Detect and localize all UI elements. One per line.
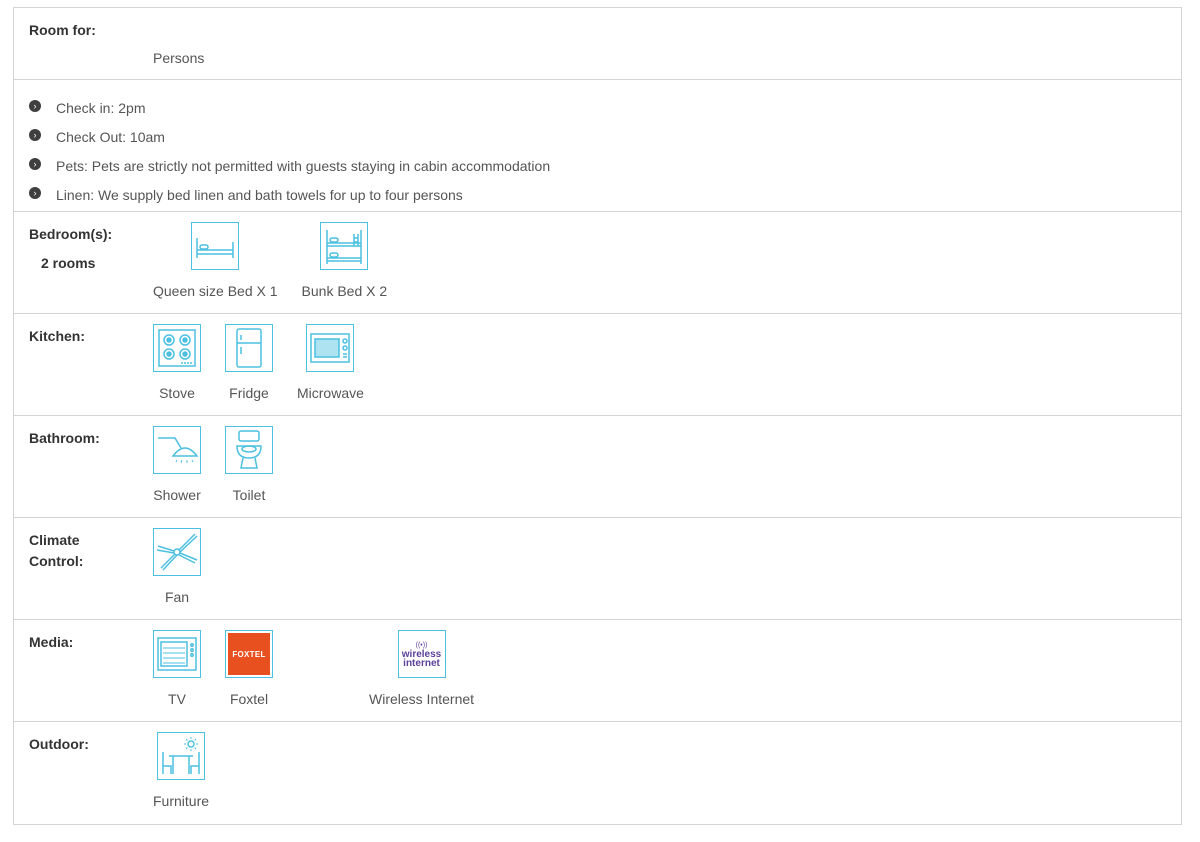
kitchen-row: Kitchen: Stove Fridge Microwave	[14, 314, 1181, 416]
bunk-bed-icon	[320, 222, 369, 270]
outdoor-items: Furniture	[153, 732, 233, 809]
kitchen-label: Kitchen:	[29, 328, 85, 344]
chevron-right-icon: ›	[29, 187, 41, 199]
bedroom-count: 2 rooms	[41, 255, 96, 271]
climate-items: Fan	[153, 528, 225, 605]
list-item: › Check Out: 10am	[29, 122, 1181, 151]
amenity-label: TV	[168, 691, 186, 707]
tv-icon	[153, 630, 201, 678]
rules-row: › Check in: 2pm › Check Out: 10am › Pets: P…	[14, 80, 1181, 212]
climate-label-line1: Climate	[29, 532, 80, 548]
amenity-item: Toilet	[225, 426, 273, 503]
amenity-label: Foxtel	[229, 691, 269, 707]
fridge-icon	[225, 324, 273, 372]
microwave-icon	[306, 324, 355, 372]
bed-icon	[191, 222, 240, 270]
wireless-internet-logo: ((•)) wireless internet	[397, 630, 446, 678]
stove-icon	[153, 324, 201, 372]
outdoor-furniture-icon	[157, 732, 206, 780]
climate-label-line2: Control:	[29, 553, 84, 569]
amenity-item: TV	[153, 630, 201, 707]
toilet-icon	[225, 426, 273, 474]
amenity-item: Bunk Bed X 2	[301, 222, 388, 299]
amenity-item: Queen size Bed X 1	[153, 222, 278, 299]
bedroom-items: Queen size Bed X 1 Bunk Bed X 2	[153, 222, 411, 299]
room-for-row: Room for: Persons	[14, 8, 1181, 80]
list-item: › Linen: We supply bed linen and bath tow…	[29, 180, 1181, 209]
amenity-label: Shower	[153, 487, 201, 503]
wireless-logo-line2: internet	[403, 657, 440, 669]
fan-icon	[153, 528, 201, 576]
amenity-label: Bunk Bed X 2	[301, 283, 388, 299]
amenity-label: Furniture	[153, 793, 210, 809]
amenity-item: Fan	[153, 528, 201, 605]
rules-list: › Check in: 2pm › Check Out: 10am › Pets: P…	[14, 80, 1181, 209]
kitchen-items: Stove Fridge Microwave	[153, 324, 388, 401]
amenity-item: Microwave	[297, 324, 364, 401]
amenity-label: Fan	[164, 589, 190, 605]
media-items: TV FOXTEL Foxtel ((•)) wireless internet…	[153, 630, 498, 707]
amenity-item: ((•)) wireless internet Wireless Interne…	[369, 630, 474, 707]
list-item: › Pets: Pets are strictly not permitted w…	[29, 151, 1181, 180]
amenity-item: FOXTEL Foxtel	[225, 630, 273, 707]
media-row: Media: TV FOXTEL Foxtel ((•)) wireless i…	[14, 620, 1181, 722]
shower-icon	[153, 426, 201, 474]
amenity-item: Stove	[153, 324, 201, 401]
rule-text: Linen: We supply bed linen and bath towe…	[56, 186, 463, 203]
chevron-right-icon: ›	[29, 158, 41, 170]
amenity-item: Shower	[153, 426, 201, 503]
amenity-label: Toilet	[232, 487, 266, 503]
outdoor-row: Outdoor: Furniture	[14, 722, 1181, 824]
bathroom-row: Bathroom: Shower Toilet	[14, 416, 1181, 518]
amenity-label: Queen size Bed X 1	[153, 283, 278, 299]
amenity-label: Fridge	[229, 385, 269, 401]
climate-row: Climate Control: Fan	[14, 518, 1181, 620]
blank-icon-slot	[297, 630, 369, 680]
climate-label: Climate Control:	[29, 530, 83, 572]
amenities-table: Room for: Persons › Check in: 2pm › Check …	[13, 7, 1182, 825]
amenity-item: Fridge	[225, 324, 273, 401]
chevron-right-icon: ›	[29, 100, 41, 112]
room-for-label: Room for:	[29, 22, 96, 38]
media-label: Media:	[29, 634, 74, 650]
rule-text: Check in: 2pm	[56, 99, 146, 116]
foxtel-logo: FOXTEL	[225, 630, 273, 678]
bathroom-items: Shower Toilet	[153, 426, 297, 503]
list-item: › Check in: 2pm	[29, 93, 1181, 122]
chevron-right-icon: ›	[29, 129, 41, 141]
rule-text: Check Out: 10am	[56, 128, 165, 145]
rule-text: Pets: Pets are strictly not permitted wi…	[56, 157, 551, 174]
bedroom-row: Bedroom(s): 2 rooms Queen size Bed X 1 B…	[14, 212, 1181, 314]
foxtel-logo-text: FOXTEL	[232, 649, 266, 659]
room-for-value: Persons	[153, 50, 205, 66]
amenity-item: Furniture	[153, 732, 209, 809]
amenity-label: Microwave	[297, 385, 364, 401]
bedroom-label: Bedroom(s):	[29, 226, 113, 242]
outdoor-label: Outdoor:	[29, 736, 89, 752]
amenity-label: Wireless Internet	[369, 691, 475, 707]
amenity-label: Stove	[159, 385, 195, 401]
bathroom-label: Bathroom:	[29, 430, 100, 446]
